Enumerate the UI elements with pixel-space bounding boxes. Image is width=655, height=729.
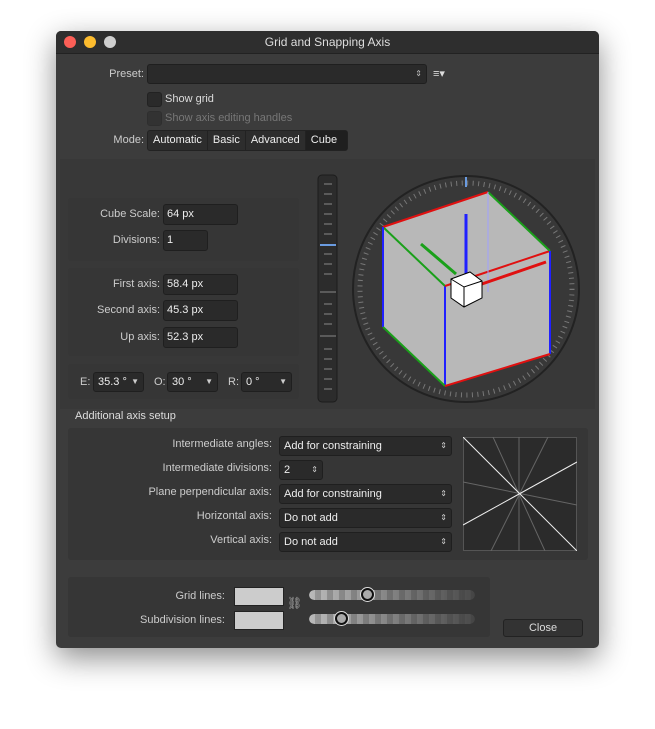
preset-select[interactable]: ⇕: [147, 64, 427, 84]
stepper-icon: ⇕: [440, 537, 447, 546]
e-label: E:: [80, 376, 91, 388]
intermediate-angles-label: Intermediate angles:: [172, 438, 272, 450]
show-grid-label: Show grid: [165, 93, 214, 105]
vertical-axis-label: Vertical axis:: [210, 534, 272, 546]
dropdown-arrow-icon: ▼: [279, 377, 287, 386]
r-value: 0 °: [246, 376, 260, 388]
stepper-icon: ⇕: [415, 69, 422, 78]
stepper-icon: ⇕: [440, 441, 447, 450]
preset-label: Preset:: [109, 68, 144, 80]
grid-lines-color-swatch[interactable]: [234, 587, 284, 606]
o-value: 30 °: [172, 376, 192, 388]
r-label: R:: [228, 376, 239, 388]
r-angle-select[interactable]: 0 ° ▼: [241, 372, 292, 392]
cube-scale-input[interactable]: 64 px: [163, 204, 238, 225]
subdivision-lines-color-swatch[interactable]: [234, 611, 284, 630]
dropdown-arrow-icon: ▼: [131, 377, 139, 386]
cube-scale-label: Cube Scale:: [100, 208, 160, 220]
intermediate-divisions-value: 2: [284, 464, 291, 476]
plane-perpendicular-label: Plane perpendicular axis:: [148, 486, 272, 498]
mode-segmented-control: Automatic Basic Advanced Cube: [147, 130, 349, 151]
subdivision-lines-label: Subdivision lines:: [140, 614, 225, 626]
divisions-input[interactable]: 1: [163, 230, 208, 251]
stepper-icon: ⇕: [311, 465, 318, 474]
subdivision-lines-opacity-slider[interactable]: [309, 614, 475, 624]
first-axis-input[interactable]: 58.4 px: [163, 274, 238, 295]
mode-label: Mode:: [113, 134, 144, 146]
grid-lines-opacity-knob[interactable]: [361, 588, 375, 601]
mode-automatic[interactable]: Automatic: [148, 131, 208, 150]
o-label: O:: [154, 376, 166, 388]
mode-basic[interactable]: Basic: [208, 131, 246, 150]
divisions-label: Divisions:: [112, 234, 160, 246]
close-button[interactable]: Close: [503, 619, 583, 637]
intermediate-divisions-stepper[interactable]: 2 ⇕: [279, 460, 323, 480]
e-angle-select[interactable]: 35.3 ° ▼: [93, 372, 144, 392]
preset-menu-icon[interactable]: ≡▾: [433, 67, 445, 80]
zoom-window-icon[interactable]: [104, 36, 116, 48]
intermediate-angles-select[interactable]: Add for constraining ⇕: [279, 436, 452, 456]
cube-orientation-widget[interactable]: [351, 174, 581, 404]
show-axis-handles-checkbox[interactable]: [147, 111, 162, 126]
up-axis-label: Up axis:: [120, 331, 160, 343]
stepper-icon: ⇕: [440, 513, 447, 522]
second-axis-label: Second axis:: [97, 304, 160, 316]
intermediate-angles-value: Add for constraining: [284, 440, 382, 452]
horizontal-axis-label: Horizontal axis:: [196, 510, 272, 522]
stepper-icon: ⇕: [440, 489, 447, 498]
first-axis-label: First axis:: [112, 278, 160, 290]
vertical-axis-value: Do not add: [284, 536, 338, 548]
mode-cube[interactable]: Cube: [305, 131, 348, 150]
horizontal-axis-value: Do not add: [284, 512, 338, 524]
plane-perpendicular-select[interactable]: Add for constraining ⇕: [279, 484, 452, 504]
mode-advanced[interactable]: Advanced: [246, 131, 306, 150]
grid-lines-opacity-slider[interactable]: [309, 590, 475, 600]
additional-axis-heading: Additional axis setup: [75, 410, 176, 422]
close-window-icon[interactable]: [64, 36, 76, 48]
dialog-window: Grid and Snapping Axis Preset: ⇕ ≡▾ Show…: [56, 31, 599, 648]
dropdown-arrow-icon: ▼: [205, 377, 213, 386]
second-axis-input[interactable]: 45.3 px: [163, 300, 238, 321]
show-grid-checkbox[interactable]: [147, 92, 162, 107]
e-value: 35.3 °: [98, 376, 127, 388]
horizontal-axis-select[interactable]: Do not add ⇕: [279, 508, 452, 528]
up-axis-input[interactable]: 52.3 px: [163, 327, 238, 348]
axis-preview: [463, 437, 577, 551]
minimize-window-icon[interactable]: [84, 36, 96, 48]
vertical-axis-select[interactable]: Do not add ⇕: [279, 532, 452, 552]
o-angle-select[interactable]: 30 ° ▼: [167, 372, 218, 392]
grid-lines-label: Grid lines:: [175, 590, 225, 602]
plane-perpendicular-value: Add for constraining: [284, 488, 382, 500]
window-title: Grid and Snapping Axis: [264, 35, 391, 49]
intermediate-divisions-label: Intermediate divisions:: [162, 462, 272, 474]
title-bar: Grid and Snapping Axis: [56, 31, 599, 54]
show-axis-handles-label: Show axis editing handles: [165, 112, 293, 124]
scale-ruler-slider[interactable]: [317, 174, 339, 404]
link-chain-icon[interactable]: ⛓: [287, 596, 302, 610]
subdivision-lines-opacity-knob[interactable]: [334, 612, 348, 625]
